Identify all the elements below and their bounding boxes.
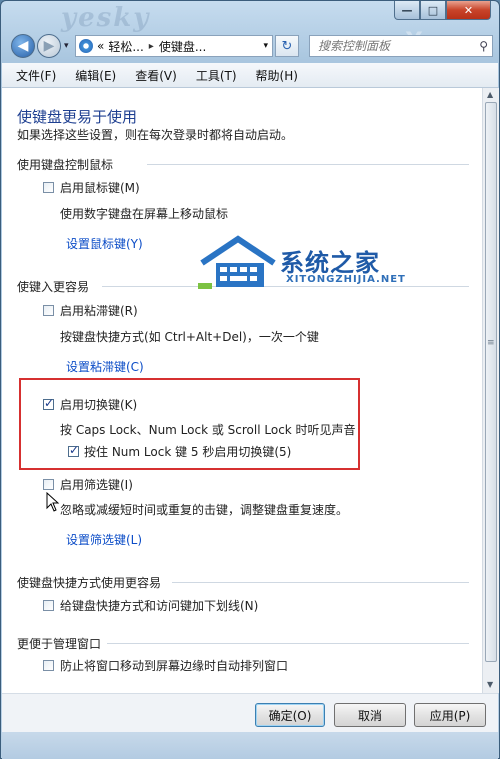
minimize-button[interactable]: — xyxy=(394,1,420,20)
menu-tools[interactable]: 工具(T) xyxy=(196,67,237,84)
back-button[interactable]: ◀ xyxy=(11,34,35,58)
navigation-bar: ◀ ▶ ▾ « 轻松... ▸ 使键盘... ▾ ↻ ⚲ xyxy=(1,31,499,61)
breadcrumb-keyboard[interactable]: 使键盘... xyxy=(159,38,206,55)
underline-shortcuts-label[interactable]: 给键盘快捷方式和访问键加下划线(N) xyxy=(60,597,258,614)
section-heading-mouse: 使用键盘控制鼠标 xyxy=(17,158,114,172)
vertical-scrollbar[interactable]: ▲ ≡ ▼ xyxy=(482,88,499,693)
control-panel-icon xyxy=(79,39,93,53)
refresh-button[interactable]: ↻ xyxy=(275,35,299,57)
breadcrumb-ease-of-access[interactable]: 轻松... xyxy=(108,38,143,55)
page-title: 使键盘更易于使用 xyxy=(17,108,138,126)
filterkeys-label[interactable]: 启用筛选键(I) xyxy=(60,476,133,493)
setup-mousekeys-link[interactable]: 设置鼠标键(Y) xyxy=(66,235,143,252)
recent-pages-dropdown[interactable]: ▾ xyxy=(64,41,69,51)
logo-url: XITONGZHIJIA.NET xyxy=(286,274,406,285)
dialog-footer: 确定(O) 取消 应用(P) xyxy=(2,693,498,732)
forward-arrow-icon: ▶ xyxy=(43,38,55,54)
search-input[interactable] xyxy=(316,38,470,54)
logo-name: 系统之家 xyxy=(280,249,380,277)
address-dropdown-icon[interactable]: ▾ xyxy=(263,41,268,51)
scrollbar-thumb[interactable] xyxy=(485,102,497,662)
cancel-button[interactable]: 取消 xyxy=(334,703,406,727)
menu-bar: 文件(F) 编辑(E) 查看(V) 工具(T) 帮助(H) xyxy=(2,63,498,88)
highlight-box xyxy=(19,378,360,470)
scroll-up-icon[interactable]: ▲ xyxy=(487,90,493,99)
section-divider xyxy=(147,164,469,165)
menu-help[interactable]: 帮助(H) xyxy=(256,67,298,84)
mousekeys-label[interactable]: 启用鼠标键(M) xyxy=(60,179,140,196)
menu-edit[interactable]: 编辑(E) xyxy=(75,67,116,84)
address-bar[interactable]: « 轻松... ▸ 使键盘... ▾ xyxy=(75,35,273,57)
scroll-down-icon[interactable]: ▼ xyxy=(487,680,493,689)
search-icon[interactable]: ⚲ xyxy=(479,39,488,53)
refresh-icon: ↻ xyxy=(281,38,293,54)
filterkeys-description: 忽略或减缓短时间或重复的击键，调整键盘重复速度。 xyxy=(60,503,349,517)
section-divider xyxy=(172,582,469,583)
mousekeys-description: 使用数字键盘在屏幕上移动鼠标 xyxy=(60,207,229,221)
watermark-text: yesky xyxy=(61,3,151,33)
search-box[interactable]: ⚲ xyxy=(309,35,493,57)
breadcrumb-separator-icon[interactable]: ▸ xyxy=(149,41,154,52)
setup-stickykeys-link[interactable]: 设置粘滞键(C) xyxy=(66,358,144,375)
prevent-snap-label[interactable]: 防止将窗口移动到屏幕边缘时自动排列窗口 xyxy=(60,657,288,674)
site-logo-watermark: 系统之家 XITONGZHIJIA.NET xyxy=(198,233,408,293)
mouse-cursor-icon xyxy=(46,492,60,512)
status-bar xyxy=(2,732,498,759)
section-divider xyxy=(107,643,469,644)
section-heading-windows: 更便于管理窗口 xyxy=(17,637,102,651)
ok-button[interactable]: 确定(O) xyxy=(255,703,325,727)
section-heading-shortcuts: 使键盘快捷方式使用更容易 xyxy=(17,576,162,590)
stickykeys-label[interactable]: 启用粘滞键(R) xyxy=(60,302,138,319)
title-bar: yesky — □ ✕ xyxy=(1,1,499,33)
forward-button[interactable]: ▶ xyxy=(37,34,61,58)
maximize-button[interactable]: □ xyxy=(420,1,446,20)
prevent-snap-checkbox[interactable] xyxy=(43,660,54,671)
section-heading-typing: 使键入更容易 xyxy=(17,280,90,294)
setup-filterkeys-link[interactable]: 设置筛选键(L) xyxy=(66,531,142,548)
scrollbar-grip-icon: ≡ xyxy=(487,338,495,348)
keyboard-logo-icon xyxy=(198,235,276,289)
menu-file[interactable]: 文件(F) xyxy=(16,67,56,84)
control-panel-window: yesky — □ ✕ Yes ◀ ▶ ▾ « 轻松... ▸ 使键盘... ▾… xyxy=(0,0,500,759)
stickykeys-checkbox[interactable] xyxy=(43,305,54,316)
page-subtitle: 如果选择这些设置，则在每次登录时都将自动启动。 xyxy=(17,128,294,142)
mousekeys-checkbox[interactable] xyxy=(43,182,54,193)
stickykeys-description: 按键盘快捷方式(如 Ctrl+Alt+Del)，一次一个键 xyxy=(60,330,319,344)
underline-shortcuts-checkbox[interactable] xyxy=(43,600,54,611)
settings-content: 使键盘更易于使用 如果选择这些设置，则在每次登录时都将自动启动。 使用键盘控制鼠… xyxy=(2,88,482,693)
close-button[interactable]: ✕ xyxy=(446,1,491,20)
filterkeys-checkbox[interactable] xyxy=(43,479,54,490)
back-arrow-icon: ◀ xyxy=(17,38,29,54)
apply-button[interactable]: 应用(P) xyxy=(414,703,486,727)
menu-view[interactable]: 查看(V) xyxy=(135,67,177,84)
address-prefix[interactable]: « xyxy=(97,39,104,53)
